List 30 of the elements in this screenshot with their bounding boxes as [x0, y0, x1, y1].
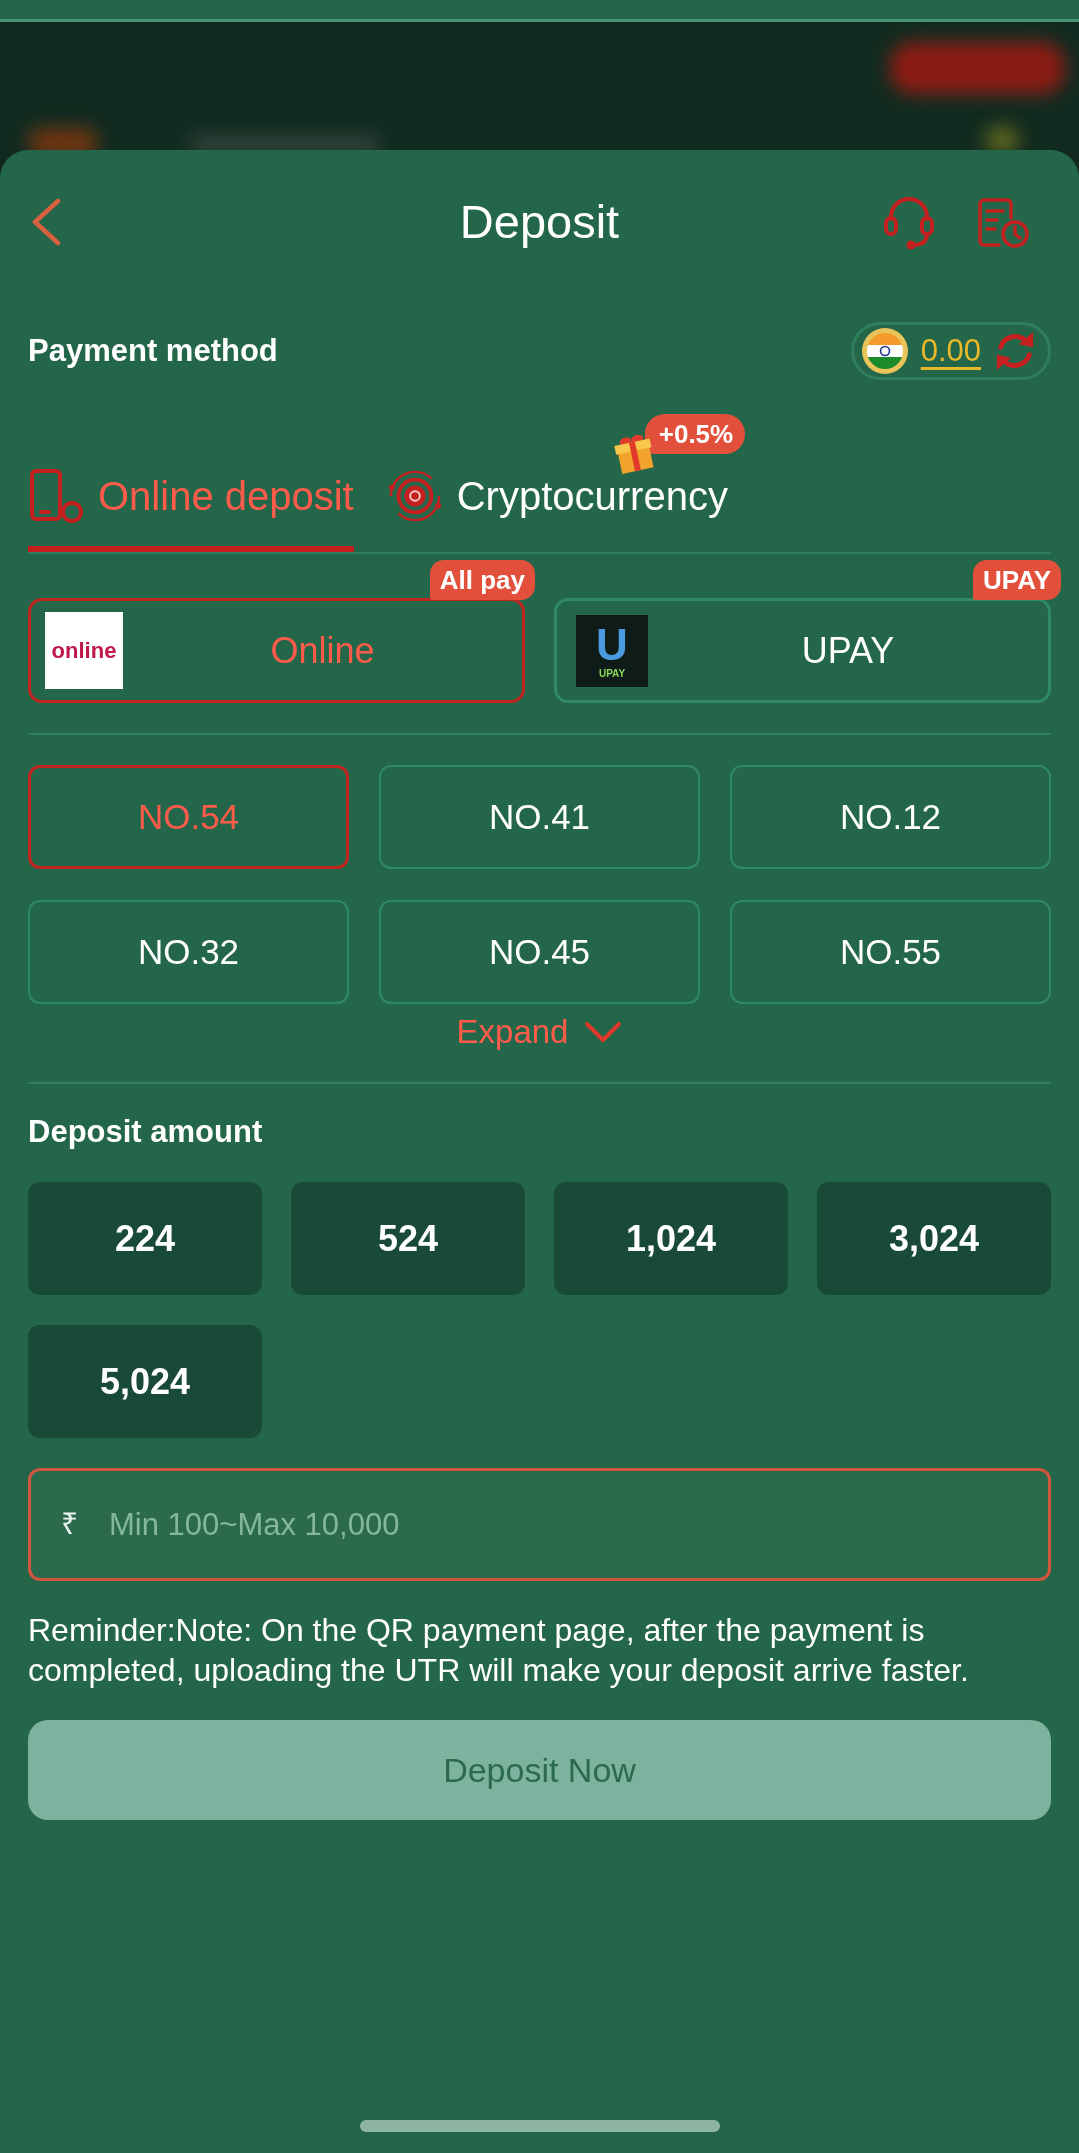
payment-option[interactable]: online Online — [28, 598, 525, 703]
page-title: Deposit — [459, 194, 620, 250]
chevron-down-icon — [584, 1020, 623, 1044]
channel-option[interactable]: NO.32 — [28, 900, 349, 1004]
provider-badge: UPAY — [973, 560, 1061, 600]
india-flag-icon — [861, 328, 908, 374]
section-title: Payment method — [28, 332, 278, 370]
currency-symbol: ₹ — [61, 1506, 78, 1542]
channel-option[interactable]: NO.45 — [379, 900, 700, 1004]
refresh-icon[interactable] — [994, 329, 1036, 373]
provider-badge: All pay — [429, 560, 535, 600]
channel-option[interactable]: NO.41 — [379, 765, 700, 869]
section-title: Deposit amount — [28, 1113, 264, 1151]
amount-option[interactable]: 224 — [28, 1182, 262, 1295]
logo-letter: U — [596, 621, 628, 668]
phone-coin-icon — [28, 468, 84, 524]
logo-caption: UPAY — [598, 667, 626, 680]
amount-option[interactable]: 1,024 — [554, 1182, 788, 1295]
bonus-badge: +0.5% — [644, 414, 746, 454]
reminder-text: Reminder:Note: On the QR payment page, after the payment is completed, uploading the UTR will make your deposit arrive faster. — [28, 1611, 970, 1690]
crypto-coin-icon — [386, 468, 443, 524]
amount-option[interactable]: 524 — [291, 1182, 525, 1295]
brand-logo: online — [45, 612, 123, 689]
back-icon[interactable] — [30, 198, 62, 246]
payment-option[interactable]: U UPAY UPAY — [554, 598, 1051, 703]
amount-option[interactable]: 5,024 — [28, 1325, 262, 1438]
channel-option[interactable]: NO.12 — [730, 765, 1051, 869]
balance-amount: 0.00 — [920, 332, 981, 370]
amount-option[interactable]: 3,024 — [817, 1182, 1051, 1295]
channel-option[interactable]: NO.55 — [730, 900, 1051, 1004]
